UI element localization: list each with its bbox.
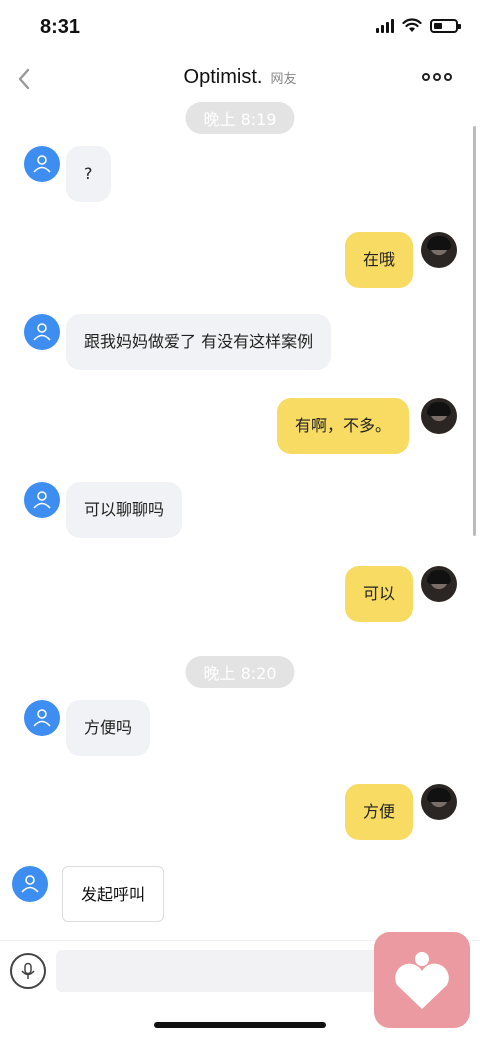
signal-icon xyxy=(376,18,394,33)
heart-app-button[interactable] xyxy=(374,932,470,1028)
battery-icon xyxy=(430,18,461,33)
voice-input-button[interactable] xyxy=(10,953,46,989)
incoming-message: ? xyxy=(66,146,111,202)
incoming-message: 方便吗 xyxy=(66,700,151,756)
status-icons xyxy=(376,18,461,33)
incoming-message: 可以聊聊吗 xyxy=(66,482,183,538)
user-icon xyxy=(33,491,51,509)
contact-relation: 网友 xyxy=(270,71,297,86)
scrollbar[interactable] xyxy=(473,126,476,536)
user-icon xyxy=(33,709,51,727)
outgoing-message: 有啊，不多。 xyxy=(277,398,410,454)
timestamp: 晚上 8:20 xyxy=(185,656,295,688)
contact-name: Optimist. xyxy=(183,66,263,88)
contact-avatar[interactable] xyxy=(24,314,60,350)
my-avatar[interactable] xyxy=(421,232,457,268)
page-title: Optimist. 网友 xyxy=(0,66,480,89)
call-request-card[interactable]: 发起呼叫 xyxy=(62,866,165,922)
my-avatar[interactable] xyxy=(421,784,457,820)
my-avatar[interactable] xyxy=(421,398,457,434)
chat-thread[interactable]: 晚上 8:19 ? 在哦 跟我妈妈做爱了 有没有这样案例 有啊，不多。 可以聊聊… xyxy=(0,102,480,940)
user-icon xyxy=(33,155,51,173)
wifi-icon xyxy=(402,18,422,32)
message-input[interactable] xyxy=(56,950,386,992)
outgoing-message: 在哦 xyxy=(345,232,414,288)
outgoing-message: 可以 xyxy=(345,566,414,622)
status-time: 8:31 xyxy=(40,16,81,38)
user-icon xyxy=(21,875,39,893)
incoming-message: 跟我妈妈做爱了 有没有这样案例 xyxy=(66,314,332,370)
heart-person-icon xyxy=(395,952,449,1009)
contact-avatar[interactable] xyxy=(24,700,60,736)
nav-bar: Optimist. 网友 xyxy=(0,56,480,102)
more-options-icon[interactable] xyxy=(422,70,452,84)
outgoing-message: 方便 xyxy=(345,784,414,840)
microphone-icon xyxy=(21,962,35,979)
contact-avatar[interactable] xyxy=(24,482,60,518)
timestamp: 晚上 8:19 xyxy=(185,102,295,134)
contact-avatar[interactable] xyxy=(12,866,48,902)
home-indicator xyxy=(154,1022,326,1028)
contact-avatar[interactable] xyxy=(24,146,60,182)
user-icon xyxy=(33,323,51,341)
status-bar: 8:31 xyxy=(0,0,480,56)
my-avatar[interactable] xyxy=(421,566,457,602)
